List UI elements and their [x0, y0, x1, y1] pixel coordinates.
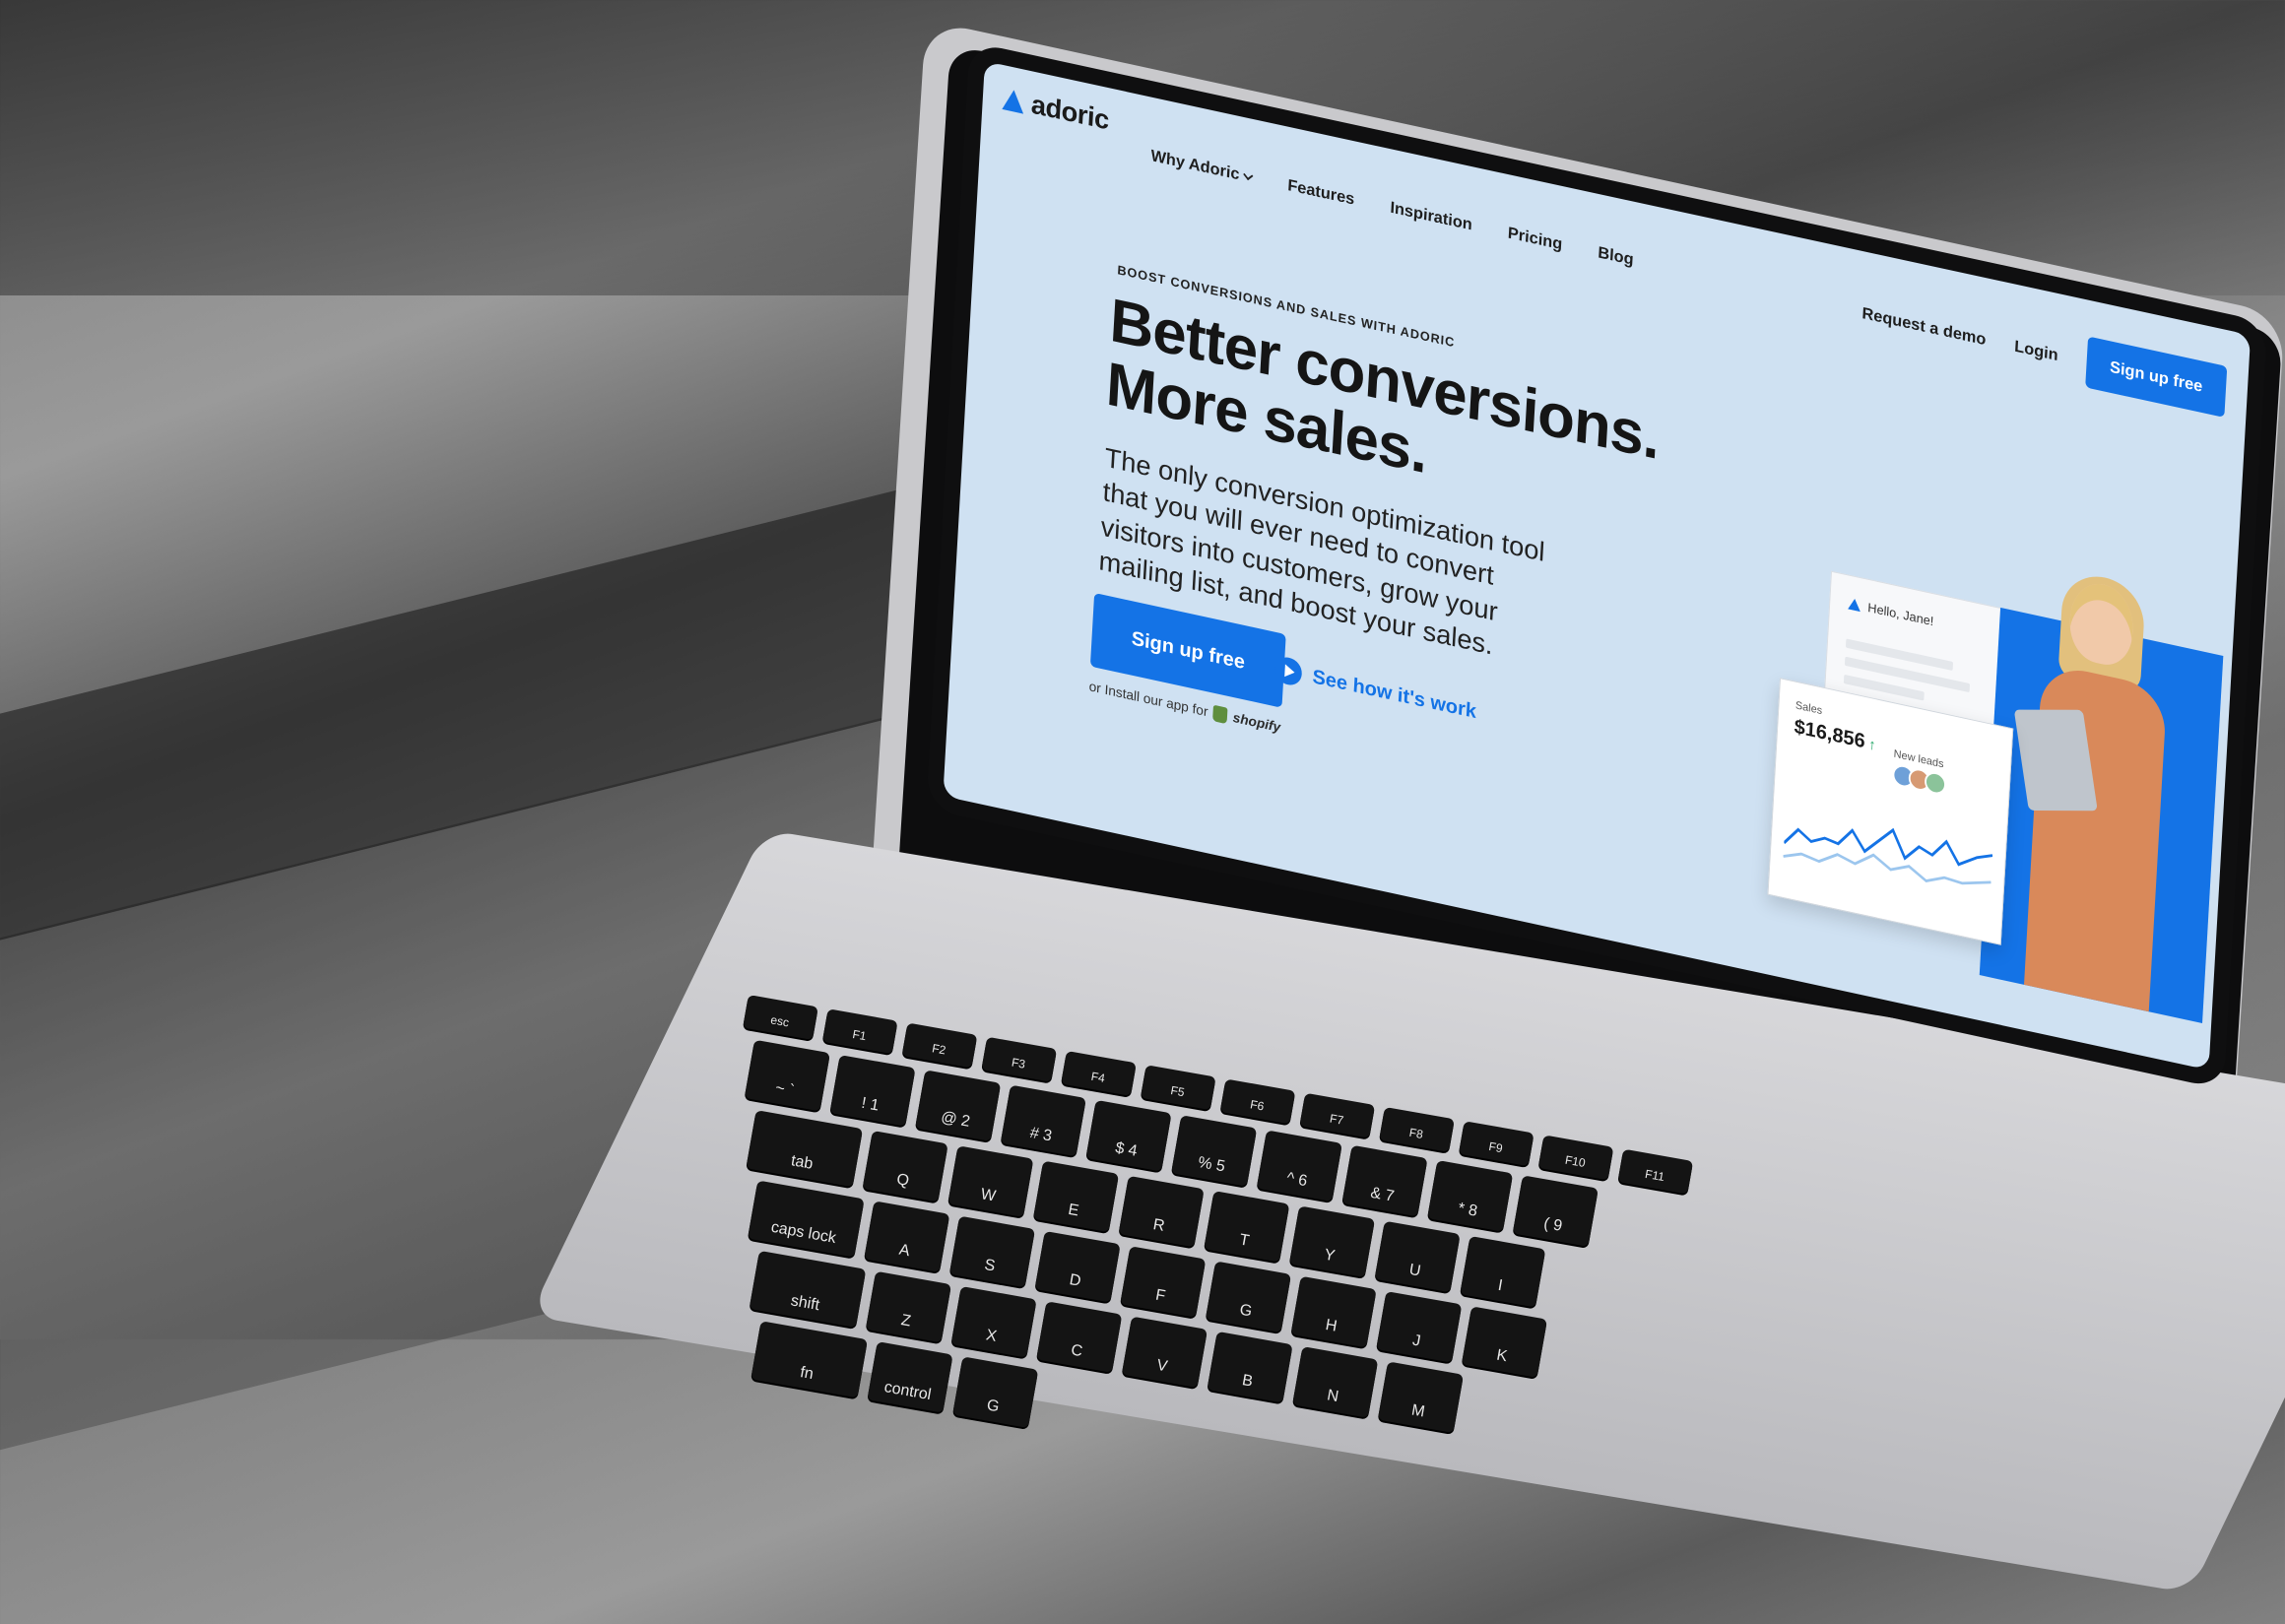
keyboard-key[interactable]: Y [1288, 1205, 1376, 1278]
keyboard-key[interactable]: fn [751, 1321, 869, 1398]
keyboard-key[interactable]: @ 2 [915, 1070, 1002, 1141]
keyboard-key[interactable]: J [1376, 1291, 1463, 1363]
keyboard-key[interactable]: K [1461, 1306, 1548, 1378]
shopify-bag-icon [1212, 704, 1228, 725]
keyboard-key[interactable]: G [1205, 1261, 1292, 1333]
keyboard-key[interactable]: T [1204, 1191, 1290, 1263]
chart-line-secondary [1783, 852, 1991, 885]
keyboard-key[interactable]: R [1118, 1175, 1205, 1248]
play-icon [1273, 654, 1303, 688]
keyboard-key[interactable]: ~ ` [744, 1039, 830, 1112]
keyboard-key[interactable]: S [948, 1215, 1036, 1288]
keyboard-key[interactable]: C [1036, 1301, 1123, 1373]
keyboard-key[interactable]: ( 9 [1512, 1175, 1599, 1247]
nav-blog[interactable]: Blog [1598, 243, 1634, 270]
greeting: Hello, Jane! [1848, 596, 1934, 628]
nav-inspiration[interactable]: Inspiration [1390, 198, 1472, 234]
see-how-label: See how it's work [1311, 664, 1477, 723]
keyboard-key[interactable]: F [1120, 1246, 1207, 1318]
nav-features[interactable]: Features [1287, 175, 1355, 209]
keyboard-key[interactable]: B [1207, 1331, 1293, 1403]
brand-name: adoric [1030, 89, 1110, 136]
shopify-wordmark: shopify [1232, 709, 1281, 736]
sales-label: Sales [1795, 698, 1823, 717]
keyboard-key[interactable]: control [867, 1341, 953, 1413]
keyboard-key[interactable]: caps lock [747, 1180, 865, 1258]
sales-value: $16,856 ↑ [1794, 715, 1876, 756]
keyboard-key[interactable]: H [1290, 1275, 1377, 1348]
greeting-text: Hello, Jane! [1867, 600, 1934, 629]
adoric-logo-icon [1002, 88, 1025, 114]
adoric-logo-icon [1848, 597, 1861, 612]
keyboard-key[interactable]: A [864, 1201, 950, 1272]
tablet-icon [2013, 709, 2098, 812]
keyboard-key[interactable]: % 5 [1171, 1115, 1258, 1187]
request-demo-link[interactable]: Request a demo [1861, 303, 1987, 349]
keyboard-key[interactable]: D [1034, 1230, 1121, 1303]
sales-amount: $16,856 [1794, 714, 1866, 752]
keyboard-key[interactable]: ! 1 [829, 1055, 916, 1127]
keyboard-key[interactable]: M [1377, 1361, 1465, 1434]
keyboard-key[interactable]: & 7 [1341, 1144, 1428, 1217]
brand-logo[interactable]: adoric [1002, 84, 1110, 137]
keyboard-key[interactable]: Q [862, 1130, 948, 1202]
signup-top-button[interactable]: Sign up free [2085, 336, 2228, 418]
keyboard-key[interactable]: W [947, 1145, 1034, 1217]
nav-why-adoric-label: Why Adoric [1150, 146, 1241, 184]
keyboard-key[interactable]: $ 4 [1085, 1099, 1172, 1172]
nav-pricing[interactable]: Pricing [1507, 224, 1562, 254]
keyboard-key[interactable]: # 3 [1000, 1084, 1086, 1157]
keyboard-key[interactable]: G [952, 1356, 1039, 1428]
login-link[interactable]: Login [2014, 337, 2058, 365]
keyboard-key[interactable]: ^ 6 [1256, 1130, 1342, 1202]
keyboard-key[interactable]: N [1292, 1346, 1379, 1418]
keyboard-key[interactable]: tab [746, 1110, 864, 1188]
woman-photo [2013, 568, 2173, 1012]
keyboard-key[interactable]: shift [749, 1250, 867, 1329]
see-how-link[interactable]: See how it's work [1273, 654, 1477, 726]
avatar [1924, 769, 1947, 797]
chart-line-primary [1783, 827, 1993, 867]
nav-why-adoric[interactable]: Why Adoric [1150, 146, 1254, 186]
arrow-up-icon: ↑ [1867, 737, 1876, 754]
sales-line-chart [1783, 827, 1993, 885]
keyboard-key[interactable]: U [1374, 1220, 1461, 1293]
chevron-down-icon [1243, 169, 1254, 181]
keyboard-key[interactable]: X [950, 1285, 1037, 1358]
keyboard-key[interactable]: E [1032, 1160, 1120, 1233]
keyboard-key[interactable]: * 8 [1427, 1160, 1514, 1232]
keyboard-key[interactable]: V [1121, 1316, 1208, 1389]
keyboard-key[interactable]: Z [865, 1270, 952, 1343]
keyboard-key[interactable]: I [1460, 1235, 1546, 1308]
